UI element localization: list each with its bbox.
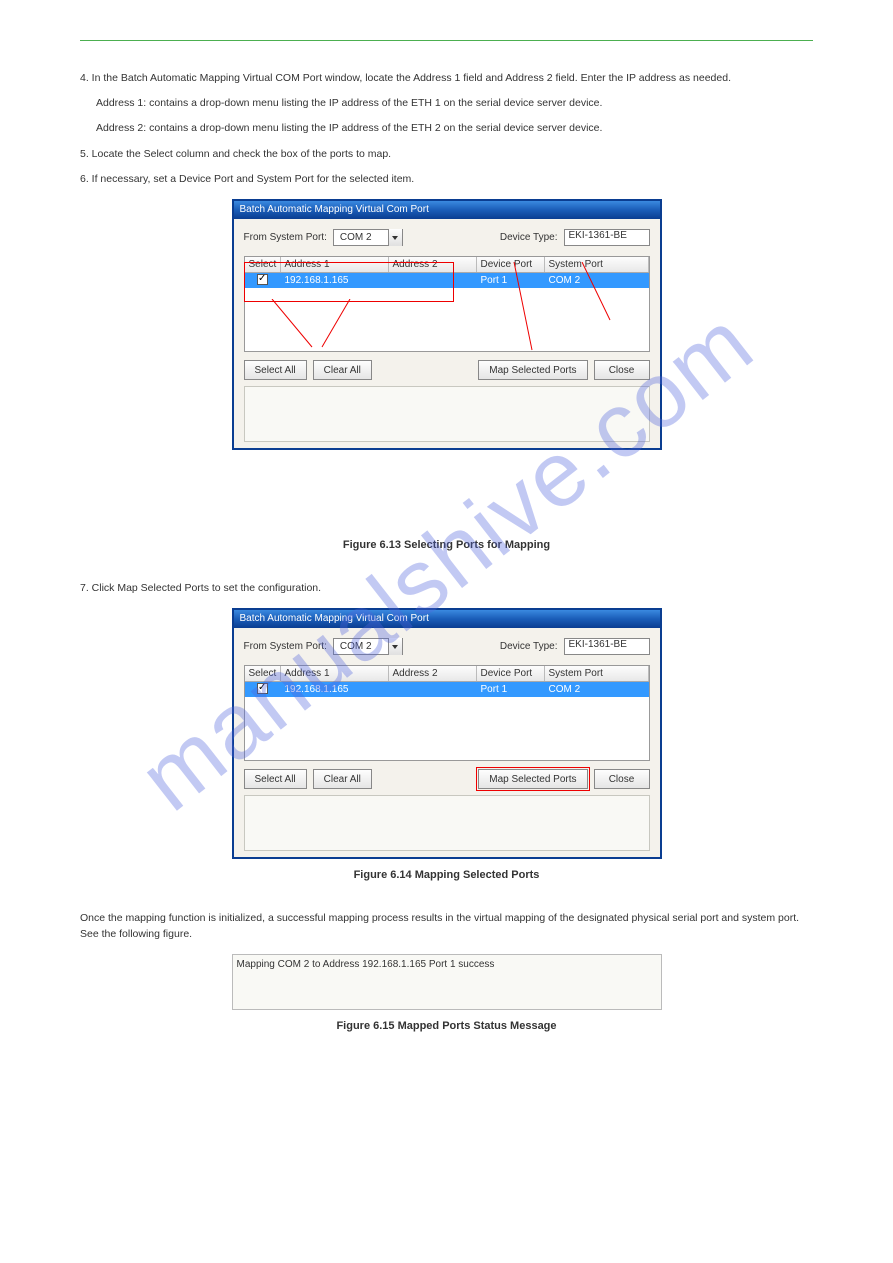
device-type-field: EKI-1361-BE [564, 229, 650, 246]
status-message-text: Mapping COM 2 to Address 192.168.1.165 P… [237, 959, 495, 970]
header-rule [80, 40, 813, 41]
figure-caption-2: Figure 6.14 Mapping Selected Ports [80, 869, 813, 881]
status-message-box: Mapping COM 2 to Address 192.168.1.165 P… [232, 954, 662, 1010]
col-select[interactable]: Select [245, 257, 281, 272]
grid-header-2: Select Address 1 Address 2 Device Port S… [245, 666, 649, 682]
figure-caption-1: Figure 6.13 Selecting Ports for Mapping [80, 539, 813, 551]
row-device-port-2: Port 1 [477, 684, 545, 695]
col-system-port-2[interactable]: System Port [545, 666, 649, 681]
close-button-2[interactable]: Close [594, 769, 650, 789]
chevron-down-icon [392, 645, 398, 649]
combo-dropdown-button-2[interactable] [388, 638, 402, 655]
row-address1-2: 192.168.1.165 [281, 684, 389, 695]
port-grid-2: Select Address 1 Address 2 Device Port S… [244, 665, 650, 761]
row-checkbox-2[interactable] [257, 683, 268, 694]
table-row[interactable]: 192.168.1.165 Port 1 COM 2 [245, 273, 649, 288]
col-address2[interactable]: Address 2 [389, 257, 477, 272]
select-all-button[interactable]: Select All [244, 360, 307, 380]
dialog-2-title: Batch Automatic Mapping Virtual Com Port [234, 610, 660, 628]
status-area-2 [244, 795, 650, 851]
select-all-button-2[interactable]: Select All [244, 769, 307, 789]
from-system-port-label-2: From System Port: [244, 641, 327, 652]
table-row-2[interactable]: 192.168.1.165 Port 1 COM 2 [245, 682, 649, 697]
step-4-text: 4. In the Batch Automatic Mapping Virtua… [80, 71, 813, 86]
col-device-port-2[interactable]: Device Port [477, 666, 545, 681]
row-checkbox[interactable] [257, 274, 268, 285]
grid-header: Select Address 1 Address 2 Device Port S… [245, 257, 649, 273]
chevron-down-icon [392, 236, 398, 240]
col-address1[interactable]: Address 1 [281, 257, 389, 272]
address1-note: Address 1: contains a drop-down menu lis… [96, 96, 813, 111]
col-system-port[interactable]: System Port [545, 257, 649, 272]
address2-note: Address 2: contains a drop-down menu lis… [96, 121, 813, 136]
close-button[interactable]: Close [594, 360, 650, 380]
col-select-2[interactable]: Select [245, 666, 281, 681]
from-system-port-label: From System Port: [244, 232, 327, 243]
step-7b-text: Once the mapping function is initialized… [80, 911, 813, 941]
step-6-text: 6. If necessary, set a Device Port and S… [80, 172, 813, 187]
from-system-port-combo[interactable]: COM 2 [333, 229, 403, 246]
row-system-port-2: COM 2 [545, 684, 649, 695]
step-5-text: 5. Locate the Select column and check th… [80, 147, 813, 162]
from-system-port-value: COM 2 [334, 232, 388, 243]
dialog-1: Batch Automatic Mapping Virtual Com Port… [232, 199, 662, 450]
row-device-port: Port 1 [477, 275, 545, 286]
map-selected-ports-button-2[interactable]: Map Selected Ports [478, 769, 587, 789]
col-device-port[interactable]: Device Port [477, 257, 545, 272]
status-area [244, 386, 650, 442]
clear-all-button[interactable]: Clear All [313, 360, 372, 380]
device-type-label: Device Type: [500, 232, 558, 243]
dialog-2: Batch Automatic Mapping Virtual Com Port… [232, 608, 662, 859]
col-address2-2[interactable]: Address 2 [389, 666, 477, 681]
port-grid: Select Address 1 Address 2 Device Port S… [244, 256, 650, 352]
from-system-port-value-2: COM 2 [334, 641, 388, 652]
figure-caption-3: Figure 6.15 Mapped Ports Status Message [80, 1020, 813, 1032]
col-address1-2[interactable]: Address 1 [281, 666, 389, 681]
map-selected-ports-button[interactable]: Map Selected Ports [478, 360, 587, 380]
combo-dropdown-button[interactable] [388, 229, 402, 246]
clear-all-button-2[interactable]: Clear All [313, 769, 372, 789]
row-address1: 192.168.1.165 [281, 275, 389, 286]
step-7-text: 7. Click Map Selected Ports to set the c… [80, 581, 813, 596]
row-system-port: COM 2 [545, 275, 649, 286]
device-type-field-2: EKI-1361-BE [564, 638, 650, 655]
from-system-port-combo-2[interactable]: COM 2 [333, 638, 403, 655]
device-type-label-2: Device Type: [500, 641, 558, 652]
dialog-1-title: Batch Automatic Mapping Virtual Com Port [234, 201, 660, 219]
